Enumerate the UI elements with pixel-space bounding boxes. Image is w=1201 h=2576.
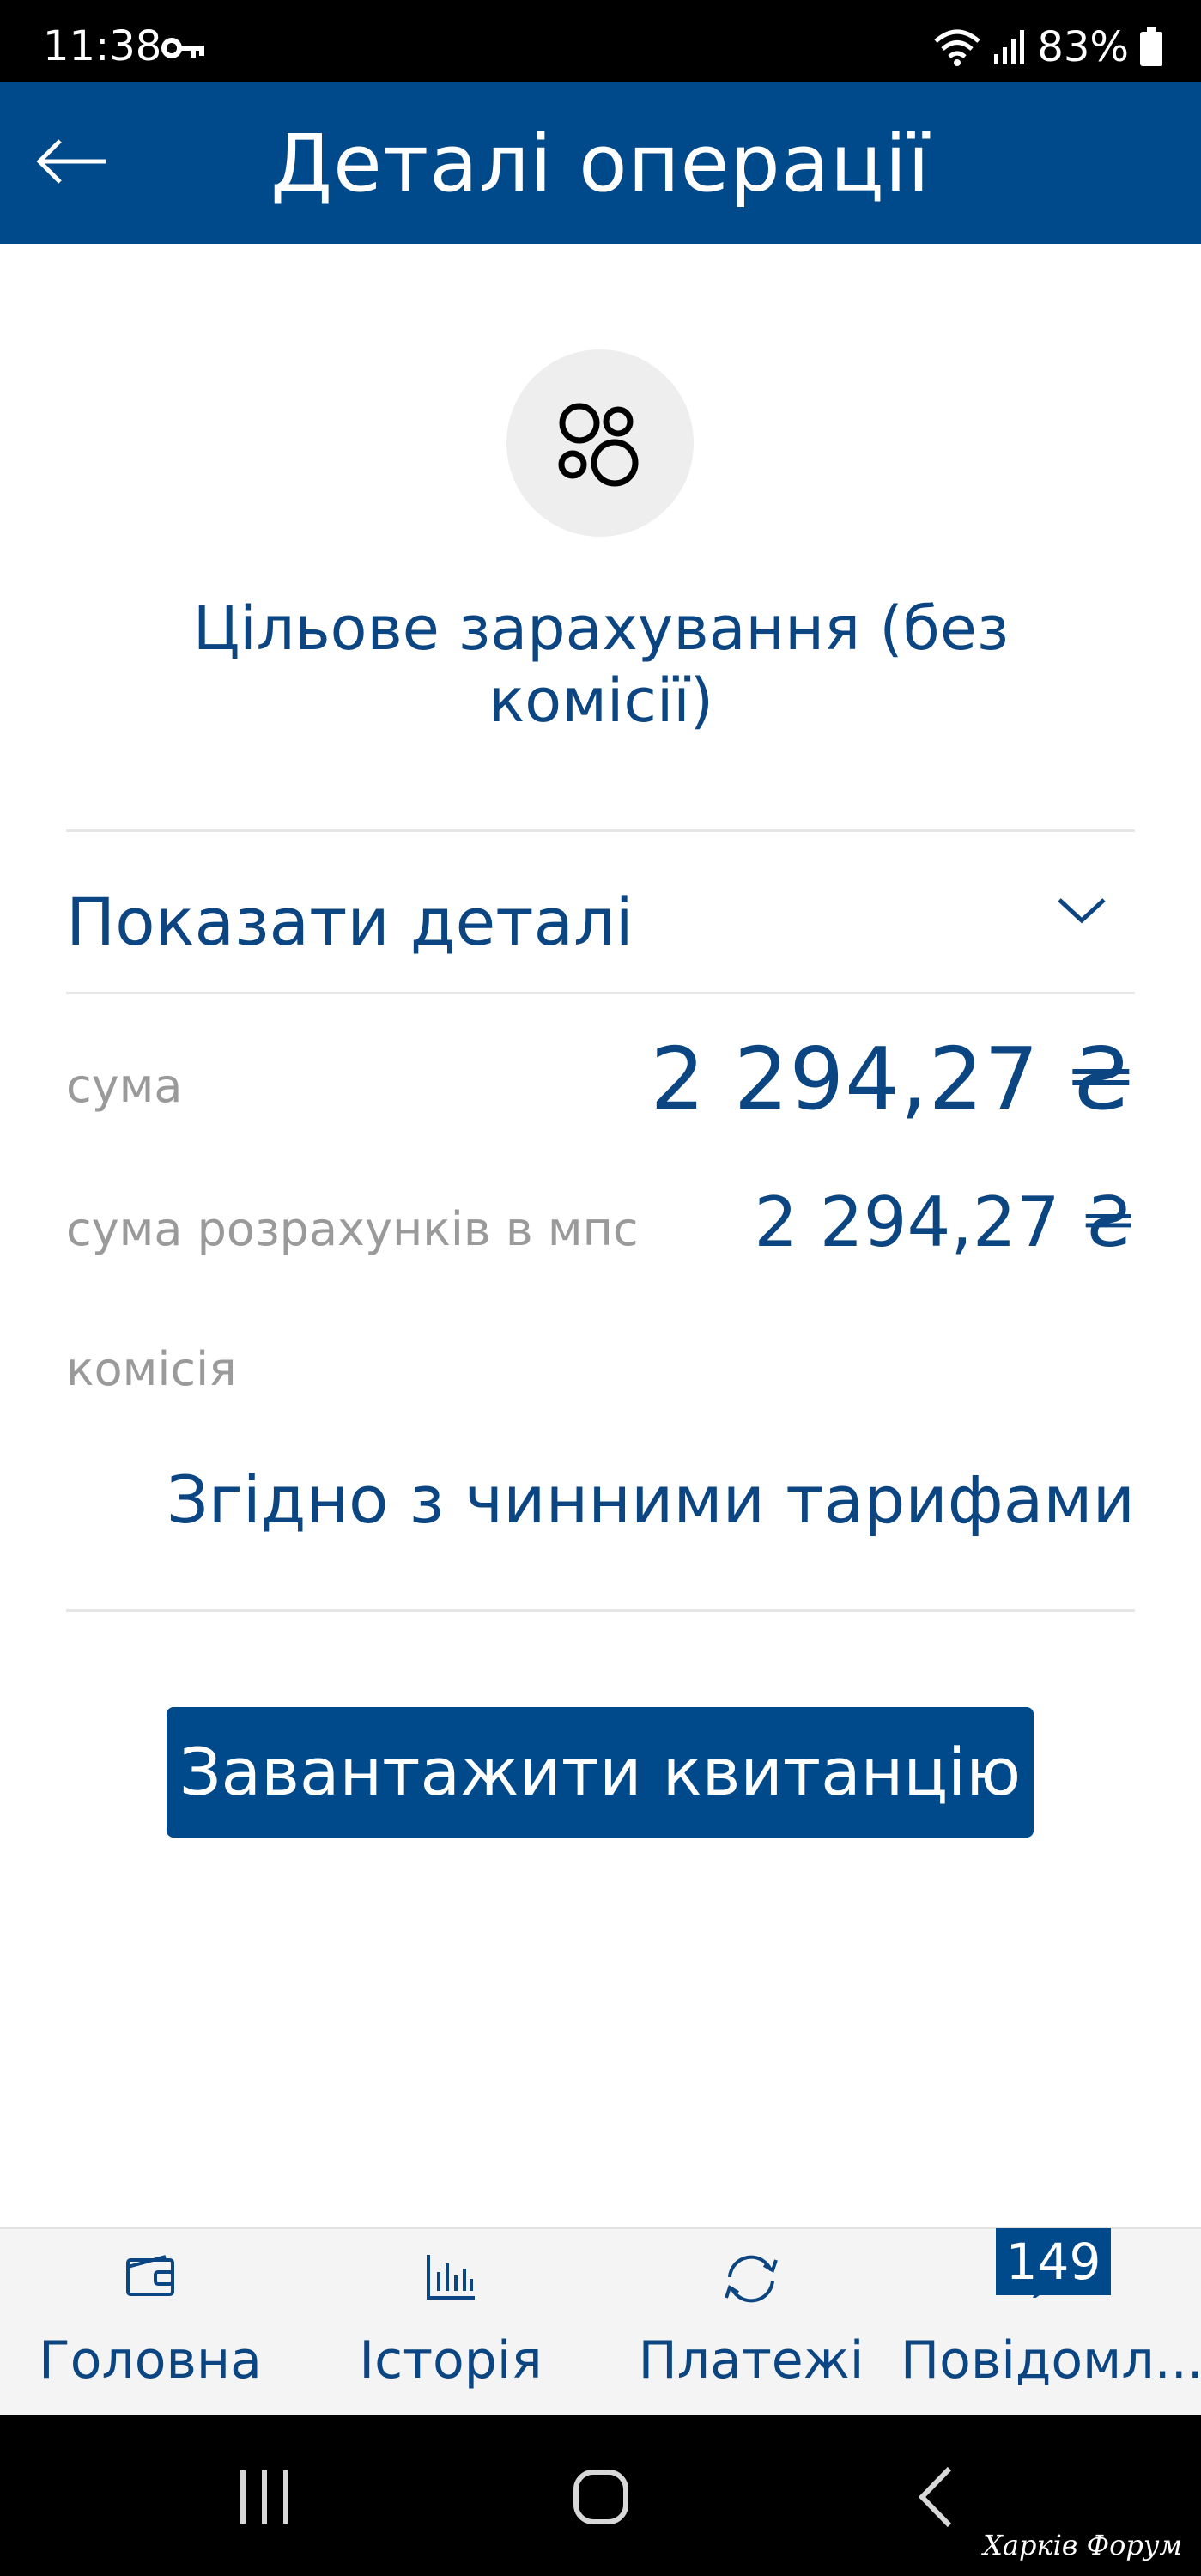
refresh-icon <box>725 2255 778 2303</box>
status-right-cluster: 83% <box>932 26 1163 69</box>
nav-label-history: Історія <box>359 2330 543 2391</box>
commission-label: комісія <box>66 1342 237 1396</box>
app-header: Деталі операції <box>0 82 1201 244</box>
bar-chart-icon <box>427 2255 475 2300</box>
nav-label-messages: Повідомл... <box>901 2330 1201 2391</box>
operation-icon-circle <box>506 349 694 537</box>
system-navigation-bar: Харків Форум <box>0 2415 1201 2576</box>
nav-item-payments[interactable]: Платежі <box>601 2229 901 2418</box>
back-icon[interactable] <box>915 2465 958 2529</box>
amount-label: сума <box>66 1059 183 1113</box>
signal-icon <box>994 30 1025 64</box>
coins-icon <box>558 403 639 487</box>
operation-title: Цільове зарахування (без комісії) <box>192 593 1010 736</box>
status-time: 11:38 <box>43 22 162 70</box>
home-icon[interactable] <box>571 2467 631 2527</box>
notification-badge: 149 <box>996 2228 1111 2295</box>
commission-value: Згідно з чинними тарифами <box>167 1461 1135 1538</box>
battery-percent: 83% <box>1037 23 1129 71</box>
settlement-amount-value: 2 294,27 ₴ <box>754 1182 1135 1262</box>
divider-details <box>66 992 1135 994</box>
page-title: Деталі операції <box>270 118 931 210</box>
settlement-amount-label: сума розрахунків в мпс <box>66 1202 639 1256</box>
nav-item-history[interactable]: Історія <box>300 2229 601 2418</box>
battery-icon <box>1140 27 1162 66</box>
status-bar: 11:38 83% <box>0 0 1201 82</box>
wallet-icon <box>126 2255 174 2296</box>
divider-top <box>66 829 1135 832</box>
watermark: Харків Форум <box>983 2529 1182 2561</box>
chevron-down-icon <box>1058 898 1106 924</box>
amount-value: 2 294,27 ₴ <box>650 1029 1135 1129</box>
show-details-label: Показати деталі <box>66 884 634 960</box>
nav-item-home[interactable]: Головна <box>0 2229 300 2418</box>
vpn-key-icon <box>161 38 204 58</box>
nav-label-payments: Платежі <box>638 2330 864 2391</box>
divider-bottom <box>66 1609 1135 1612</box>
download-receipt-button[interactable]: Завантажити квитанцію <box>167 1707 1034 1838</box>
recent-apps-icon[interactable] <box>238 2467 291 2527</box>
show-details-toggle[interactable]: Показати деталі <box>66 867 1135 987</box>
wifi-icon <box>934 29 980 66</box>
nav-label-home: Головна <box>39 2330 262 2391</box>
